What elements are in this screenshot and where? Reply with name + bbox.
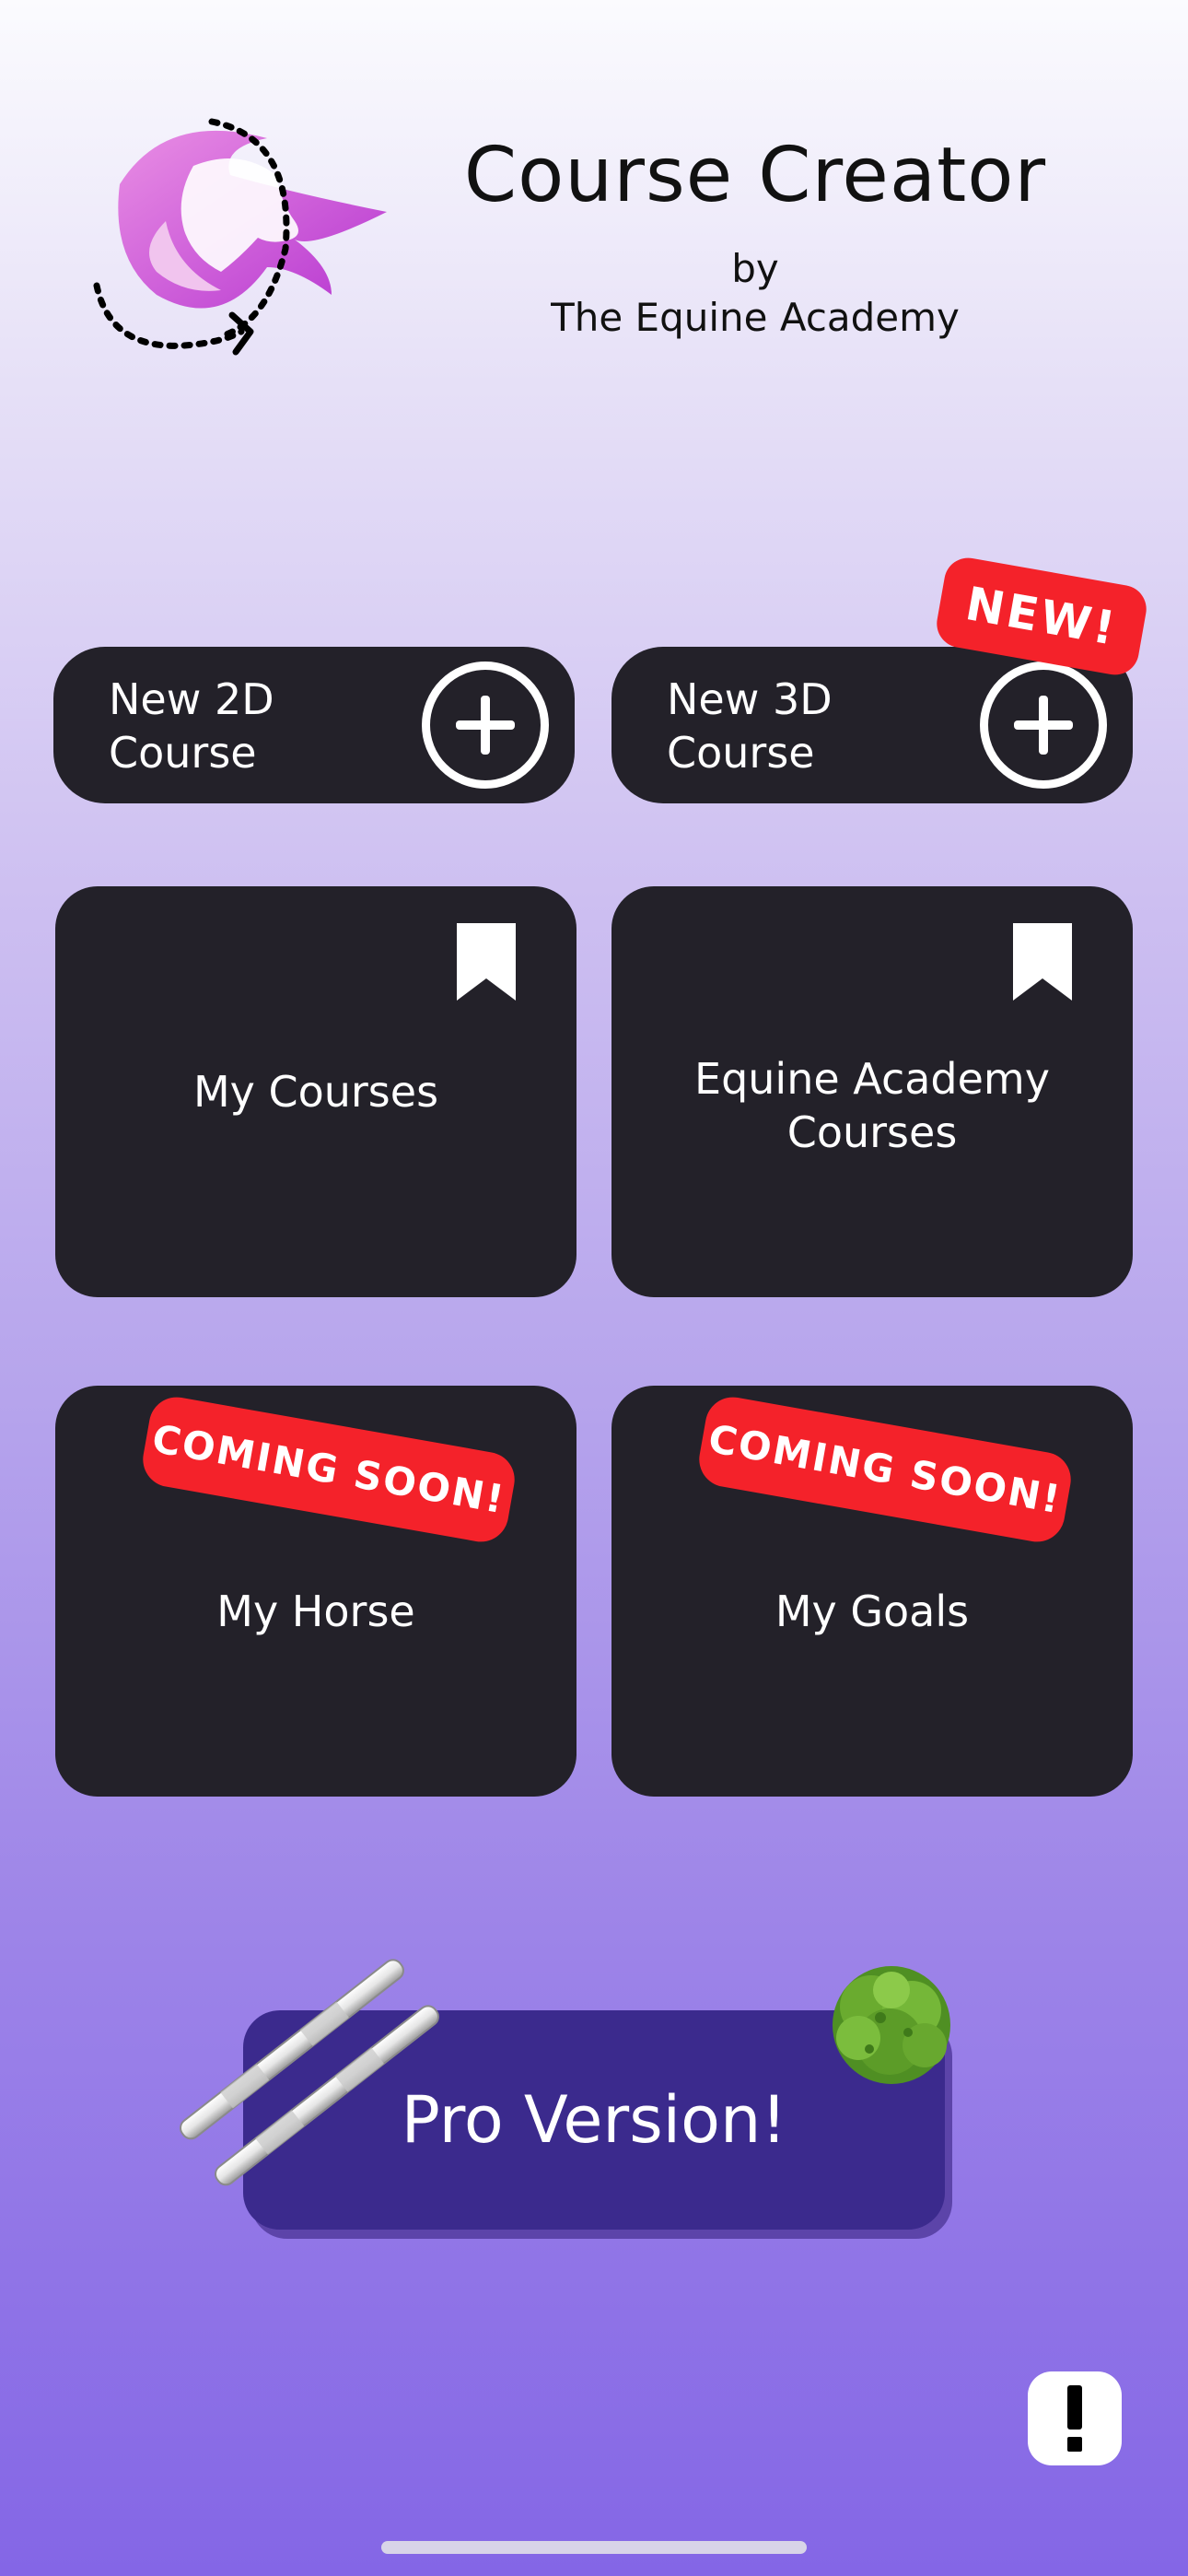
my-courses-label: My Courses	[192, 1067, 439, 1117]
app-logo	[83, 111, 405, 369]
new-3d-course-button[interactable]: New 3D Course	[611, 647, 1133, 803]
horse-head-logo-icon	[93, 118, 387, 356]
new-3d-course-label: New 3D Course	[667, 674, 833, 778]
byline-org: The Equine Academy	[551, 294, 960, 340]
new-2d-course-label: New 2D Course	[109, 674, 274, 778]
my-courses-card[interactable]: My Courses	[55, 886, 577, 1297]
plus-circle-icon	[980, 662, 1107, 789]
new-2d-course-button[interactable]: New 2D Course	[53, 647, 575, 803]
jump-poles-icon	[180, 1959, 439, 2186]
exclamation-icon	[1067, 2385, 1082, 2452]
byline-by: by	[731, 246, 779, 291]
equine-academy-courses-label: Equine Academy Courses	[694, 1054, 1050, 1157]
app-title: Course Creator	[463, 132, 1047, 219]
info-button[interactable]	[1028, 2371, 1122, 2465]
app-byline: by The Equine Academy	[424, 245, 1087, 342]
home-indicator[interactable]	[381, 2541, 807, 2554]
plus-circle-icon	[422, 662, 549, 789]
equine-academy-courses-card[interactable]: Equine Academy Courses	[611, 886, 1133, 1297]
shrub-icon	[833, 1966, 950, 2084]
